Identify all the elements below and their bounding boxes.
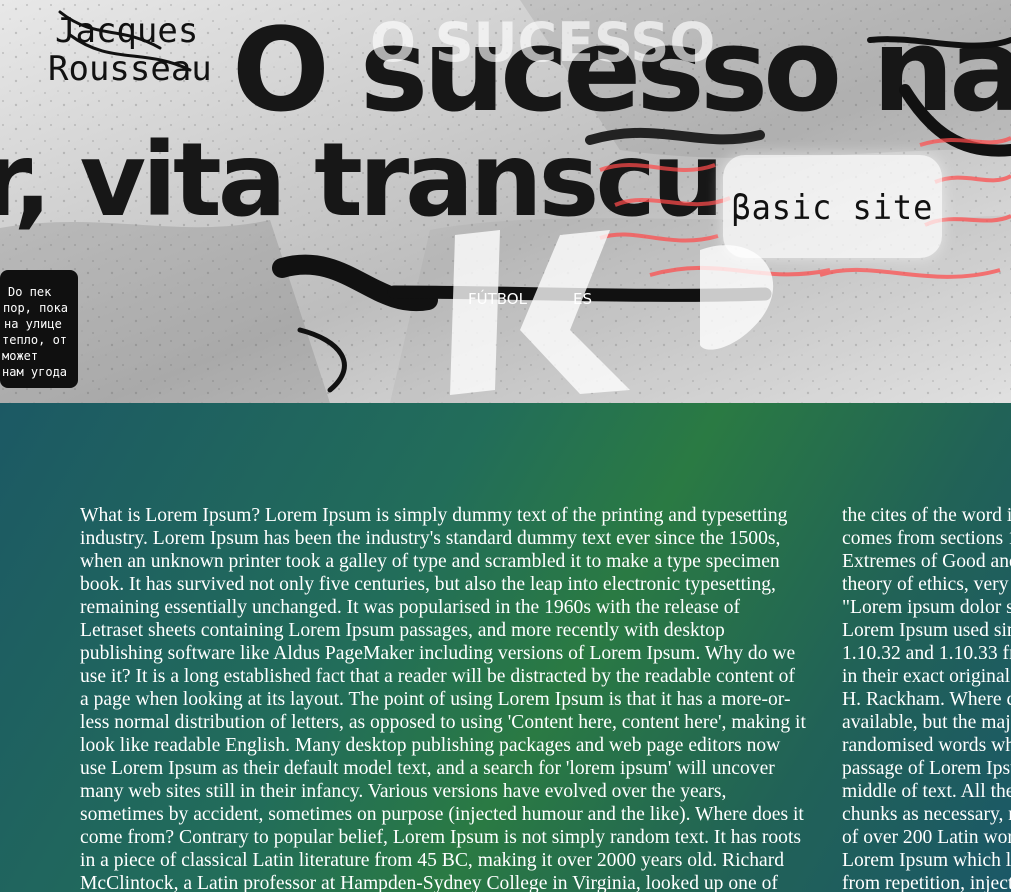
right-text-line: 1.10.32 and 1.10.33 from — [842, 643, 1011, 664]
left-text-line: use Lorem Ipsum as their default model t… — [80, 758, 775, 779]
right-text-line: Extremes of Good and Evil — [842, 551, 1011, 572]
right-text-line: Lorem Ipsum used since th — [842, 620, 1011, 641]
right-text-line: randomised words which — [842, 735, 1011, 756]
right-text-line: passage of Lorem Ipsum, — [842, 758, 1011, 779]
left-text-line: use it? It is a long established fact th… — [80, 666, 795, 687]
page: O sucesso nao r, vita transcu O SUCESSO … — [0, 0, 1011, 892]
left-text-line: come from? Contrary to popular belief, L… — [80, 827, 802, 848]
right-text-line: comes from sections 1.10. — [842, 528, 1011, 549]
left-text-line: remaining essentially unchanged. It was … — [80, 597, 741, 618]
svg-text:Rousseau: Rousseau — [48, 49, 212, 89]
svg-text:O SUCESSO: O SUCESSO — [370, 11, 715, 74]
right-text-line: available, but the majorit — [842, 712, 1011, 733]
left-text-line: a page when looking at its layout. The p… — [80, 689, 791, 710]
right-text-line: middle of text. All the Lor — [842, 781, 1011, 802]
right-text-line: "Lorem ipsum dolor sit am — [842, 597, 1011, 618]
left-text-line: What is Lorem Ipsum? Lorem Ipsum is simp… — [80, 505, 788, 526]
left-text-line: McClintock, a Latin professor at Hampden… — [80, 873, 778, 892]
site-title-card: βasic site — [723, 155, 942, 258]
svg-text:Do пек: Do пек — [8, 285, 52, 299]
svg-text:нам угода: нам угода — [2, 365, 67, 379]
right-text-line: the cites of the word in — [842, 505, 1011, 526]
left-text-line: book. It has survived not only five cent… — [80, 574, 776, 595]
left-text-line: sometimes by accident, sometimes on purp… — [80, 804, 804, 825]
svg-text:на улице: на улице — [4, 317, 62, 331]
right-text-line: from repetition, injected — [842, 873, 1011, 892]
left-text-line: when an unknown printer took a galley of… — [80, 551, 780, 572]
left-text-line: Letraset sheets containing Lorem Ipsum p… — [80, 620, 725, 641]
svg-text:тепло, от: тепло, от — [2, 333, 67, 347]
left-text-line: look like readable English. Many desktop… — [80, 735, 781, 756]
left-text-line: less normal distribution of letters, as … — [80, 712, 806, 733]
left-text-line: industry. Lorem Ipsum has been the indus… — [80, 528, 781, 549]
hero-banner: O sucesso nao r, vita transcu O SUCESSO … — [0, 0, 1011, 403]
svg-text:может: может — [2, 349, 38, 363]
main-content: What is Lorem Ipsum? Lorem Ipsum is simp… — [0, 403, 1011, 892]
left-text-line: publishing software like Aldus PageMaker… — [80, 643, 796, 664]
site-title: βasic site — [731, 187, 934, 228]
right-text-line: Lorem Ipsum which looks — [842, 850, 1011, 871]
right-text-line: of over 200 Latin words, — [842, 827, 1011, 848]
right-text-line: chunks as necessary, mak — [842, 804, 1011, 825]
left-text-line: many web sites still in their infancy. V… — [80, 781, 727, 802]
left-text-column: What is Lorem Ipsum? Lorem Ipsum is simp… — [80, 504, 825, 892]
right-text-line: theory of ethics, very pop — [842, 574, 1011, 595]
svg-text:Jacques: Jacques — [55, 11, 198, 51]
right-text-line: H. Rackham. Where can I — [842, 689, 1011, 710]
svg-text:пор, пока: пор, пока — [3, 301, 68, 315]
right-text-column: the cites of the word in comes from sect… — [842, 504, 1011, 892]
right-text-line: in their exact original form — [842, 666, 1011, 687]
left-text-line: in a piece of classical Latin literature… — [80, 850, 785, 871]
